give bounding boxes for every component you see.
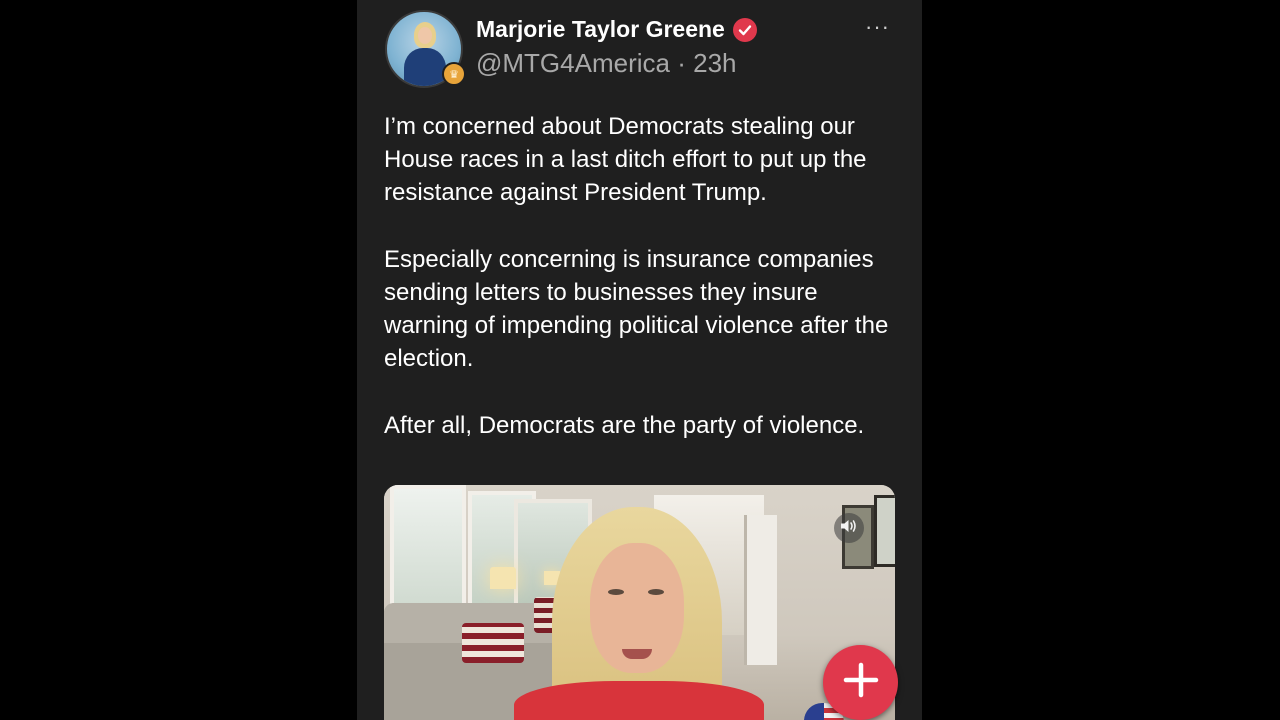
add-post-button[interactable]	[823, 645, 898, 720]
post-text: I’m concerned about Democrats stealing o…	[384, 110, 894, 475]
more-options-icon[interactable]: ···	[865, 14, 890, 40]
author-meta: @MTG4America · 23h	[476, 48, 737, 79]
avatar-face	[418, 27, 432, 44]
post-paragraph: After all, Democrats are the party of vi…	[384, 411, 865, 439]
post-video[interactable]	[384, 485, 895, 720]
post-panel: ♛ Marjorie Taylor Greene @MTG4America · …	[357, 0, 922, 720]
plus-icon	[842, 661, 880, 704]
video-door	[744, 515, 777, 665]
avatar-body	[404, 48, 446, 86]
author-name-row[interactable]: Marjorie Taylor Greene	[476, 16, 757, 43]
video-pillow	[462, 623, 524, 663]
video-person-shirt	[514, 681, 764, 720]
video-lamp	[490, 567, 516, 589]
meta-separator: ·	[677, 48, 686, 78]
post-paragraph: I’m concerned about Democrats stealing o…	[384, 113, 867, 207]
author-name[interactable]: Marjorie Taylor Greene	[476, 16, 725, 43]
video-person-eye	[608, 589, 624, 595]
volume-button[interactable]	[834, 513, 864, 543]
volume-icon	[840, 518, 858, 539]
post-paragraph: Especially concerning is insurance compa…	[384, 245, 889, 373]
verified-icon	[732, 17, 757, 42]
post-time: 23h	[693, 48, 737, 78]
author-handle[interactable]: @MTG4America	[476, 48, 670, 78]
video-picture-frame	[874, 495, 895, 567]
crown-badge-icon: ♛	[442, 62, 466, 86]
video-person-eye	[648, 589, 664, 595]
